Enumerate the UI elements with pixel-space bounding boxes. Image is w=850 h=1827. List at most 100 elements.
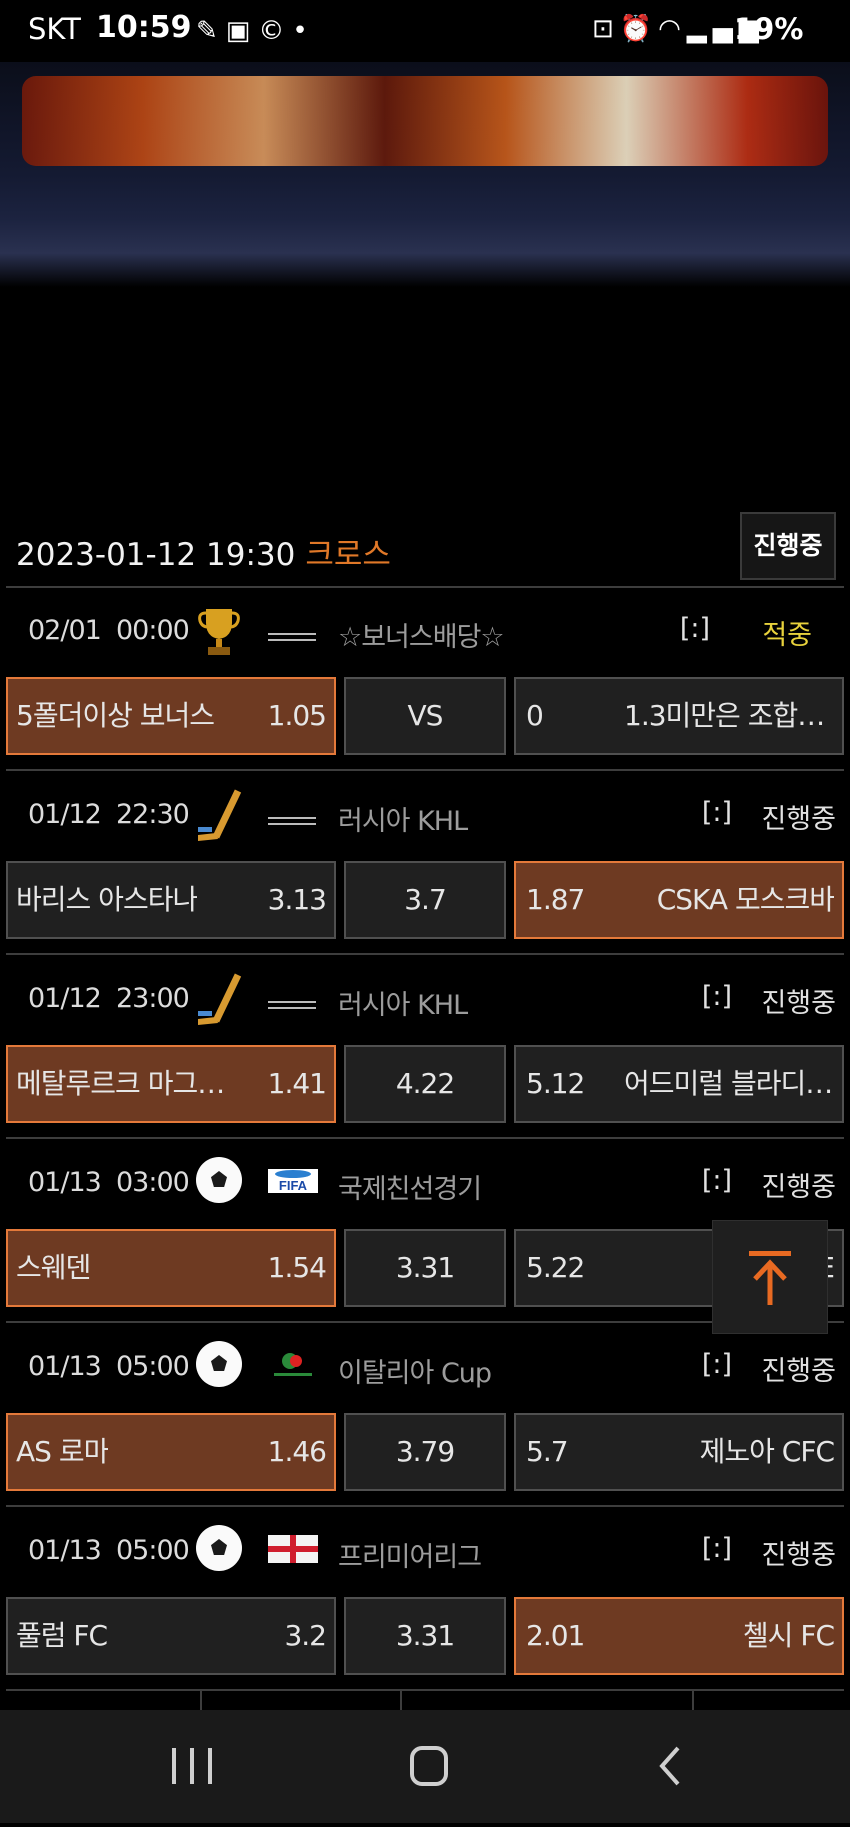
sport-icon-wrap	[196, 1525, 242, 1571]
home-button[interactable]	[410, 1746, 448, 1786]
banner-image[interactable]	[0, 62, 850, 287]
clock: 10:59	[96, 10, 192, 45]
match-date: 01/12	[28, 799, 102, 830]
match-row: 01/13 05:00 이탈리아 Cup [:] 진행중 AS 로마 1.46 3.79 5.…	[0, 1323, 850, 1507]
notification-icons: ✎▣©•	[196, 16, 316, 46]
match-datetime: 02/01 00:00	[28, 615, 190, 646]
match-row: 02/01 00:00 ☆보너스배당☆ [:] 적중 5폴더이상 보너스 1.05 VS 0 1…	[0, 587, 850, 771]
league-name: ☆보너스배당☆	[338, 622, 505, 653]
away-team: 첼시 FC	[742, 1619, 834, 1652]
match-row: 01/12 22:30 러시아 KHL [:] 진행중바리스 아스타나 3.13 3.7 1…	[0, 771, 850, 955]
score-bracket: [:]	[701, 797, 732, 828]
away-odds-button[interactable]: 5.12 어드미럴 블라디보…	[514, 1045, 844, 1123]
home-team: 스웨덴	[16, 1251, 91, 1284]
match-header: 01/12 22:30 러시아 KHL [:] 진행중	[0, 771, 850, 855]
draw-odds-button[interactable]: 3.79	[344, 1413, 506, 1491]
svg-text:FIFA: FIFA	[279, 1178, 308, 1193]
home-odds: 1.54	[267, 1251, 327, 1284]
score-bracket: [:]	[701, 1533, 732, 1564]
status-bar: SKT 10:59 ✎▣©• ⊡⏰◠▂▄▆ 19%	[0, 0, 850, 62]
league-name: 프리미어리그	[338, 1542, 482, 1573]
match-time: 23:00	[115, 983, 190, 1014]
match-time: 05:00	[115, 1351, 190, 1382]
away-odds-button[interactable]: 0 1.3미만은 조합불가	[514, 677, 844, 755]
match-datetime: 01/12 23:00	[28, 983, 190, 1014]
draw-odds-button[interactable]: 3.7	[344, 861, 506, 939]
away-odds-button[interactable]: 2.01 첼시 FC	[514, 1597, 844, 1675]
sport-icon-wrap	[196, 1341, 242, 1387]
match-date: 01/13	[28, 1167, 102, 1198]
match-datetime: 01/13 03:00	[28, 1167, 190, 1198]
match-time: 00:00	[115, 615, 190, 646]
home-odds-button[interactable]: 5폴더이상 보너스 1.05	[6, 677, 336, 755]
draw-odds-button[interactable]: 4.22	[344, 1045, 506, 1123]
sport-icon-wrap	[196, 605, 242, 655]
home-team: 메탈루르크 마그니…	[16, 1067, 248, 1100]
hockey-stick-icon	[198, 973, 242, 1025]
league-flag-icon	[266, 611, 320, 647]
back-button[interactable]	[659, 1746, 680, 1786]
soccer-ball-icon	[196, 1525, 242, 1571]
home-odds-button[interactable]: 메탈루르크 마그니… 1.41	[6, 1045, 336, 1123]
home-odds: 3.2	[284, 1619, 327, 1652]
match-header: 01/13 03:00 FIFA 국제친선경기 [:] 진행중	[0, 1139, 850, 1223]
battery-label: 19%	[734, 12, 804, 46]
sport-icon-wrap	[196, 789, 242, 841]
league-flag-icon	[266, 1347, 320, 1383]
match-date: 01/12	[28, 983, 102, 1014]
arrow-up-icon	[749, 1251, 791, 1305]
match-row: 01/12 23:00 러시아 KHL [:] 진행중 메탈루르크 마그니… 1.41 4.…	[0, 955, 850, 1139]
home-team: 바리스 아스타나	[16, 883, 198, 916]
hockey-stick-icon	[198, 789, 242, 841]
match-datetime: 01/13 05:00	[28, 1535, 190, 1566]
away-odds-button[interactable]: 5.7 제노아 CFC	[514, 1413, 844, 1491]
match-datetime: 01/12 22:30	[28, 799, 190, 830]
league-flag-icon	[266, 1531, 320, 1567]
match-header: 01/12 23:00 러시아 KHL [:] 진행중	[0, 955, 850, 1039]
league-name: 러시아 KHL	[338, 990, 468, 1021]
sport-icon-wrap	[196, 973, 242, 1025]
league-name: 이탈리아 Cup	[338, 1358, 492, 1389]
match-date: 01/13	[28, 1535, 102, 1566]
match-datetime: 01/13 05:00	[28, 1351, 190, 1382]
score-bracket: [:]	[679, 613, 710, 644]
away-odds: 2.01	[526, 1619, 585, 1652]
system-nav-bar	[0, 1710, 850, 1823]
carrier-label: SKT	[28, 12, 81, 46]
draw-odds-button[interactable]: VS	[344, 677, 506, 755]
away-team: 어드미럴 블라디보…	[624, 1067, 834, 1100]
home-odds: 3.13	[267, 883, 327, 916]
pill-icon: ✎	[196, 16, 226, 46]
home-odds-button[interactable]: 바리스 아스타나 3.13	[6, 861, 336, 939]
draw-odds-button[interactable]: 3.31	[344, 1597, 506, 1675]
match-status: 진행중	[761, 1540, 836, 1571]
scroll-to-top-button[interactable]	[712, 1220, 828, 1334]
league-flag-icon	[266, 979, 320, 1015]
match-time: 03:00	[115, 1167, 190, 1198]
trophy-icon	[198, 609, 240, 655]
live-button[interactable]: 진행중	[740, 512, 836, 580]
match-date: 02/01	[28, 615, 102, 646]
away-team: 제노아 CFC	[699, 1435, 834, 1468]
match-time: 05:00	[115, 1535, 190, 1566]
datetime-label: 2023-01-12 19:30	[16, 537, 296, 573]
away-odds-button[interactable]: 1.87 CSKA 모스크바	[514, 861, 844, 939]
lock-icon: ⊡	[592, 14, 620, 44]
home-team: 풀럼 FC	[16, 1619, 108, 1652]
date-title: 2023-01-12 19:30 크로스	[16, 529, 391, 574]
gallery-icon: ▣	[225, 16, 259, 46]
draw-odds-button[interactable]: 3.31	[344, 1229, 506, 1307]
soccer-ball-icon	[196, 1157, 242, 1203]
match-date: 01/13	[28, 1351, 102, 1382]
home-odds-button[interactable]: 풀럼 FC 3.2	[6, 1597, 336, 1675]
score-bracket: [:]	[701, 1165, 732, 1196]
home-team: AS 로마	[16, 1435, 109, 1468]
match-row: 01/13 05:00 프리미어리그 [:] 진행중풀럼 FC 3.2 3.31 2.01 첼…	[0, 1507, 850, 1691]
home-odds-button[interactable]: AS 로마 1.46	[6, 1413, 336, 1491]
c-icon: ©	[258, 16, 293, 46]
match-status: 진행중	[761, 988, 836, 1019]
away-team: CSKA 모스크바	[656, 883, 834, 916]
away-team: 1.3미만은 조합불가	[624, 699, 834, 732]
recent-apps-button[interactable]	[172, 1748, 212, 1784]
home-odds-button[interactable]: 스웨덴 1.54	[6, 1229, 336, 1307]
